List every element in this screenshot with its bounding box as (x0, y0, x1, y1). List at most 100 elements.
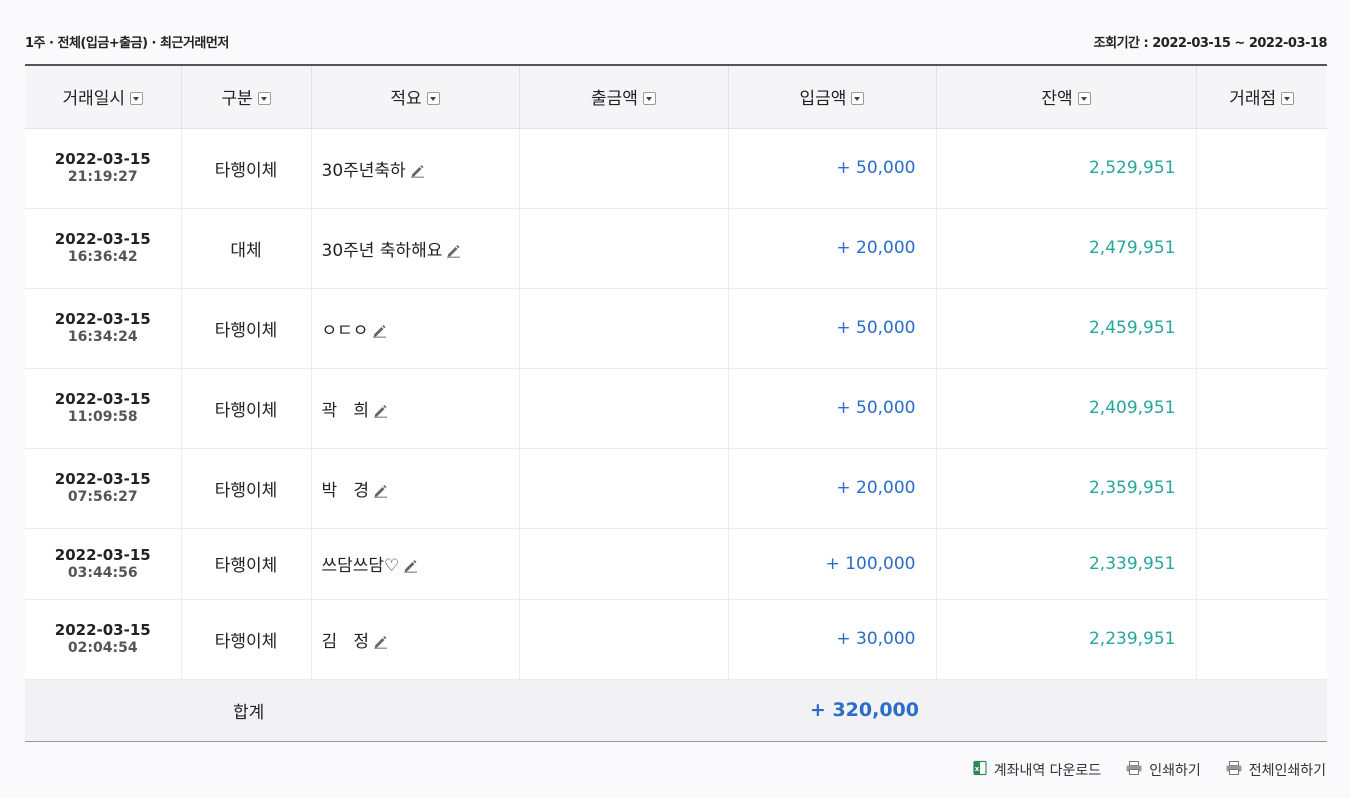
sort-dropdown-icon[interactable] (642, 91, 656, 105)
pencil-icon[interactable] (446, 243, 461, 263)
table-row: 2022-03-15 07:56:27 타행이체 박 경 + 20,000 2,3… (25, 448, 1327, 529)
type-cell: 타행이체 (181, 448, 312, 529)
total-empty (936, 679, 1327, 742)
branch-cell (1196, 128, 1327, 209)
date: 2022-03-15 (54, 621, 151, 639)
type-cell: 타행이체 (181, 528, 312, 600)
branch-cell (1196, 448, 1327, 529)
redacted-branch (1208, 229, 1317, 267)
sort-dropdown-icon[interactable] (257, 91, 271, 105)
table-row: 2022-03-15 16:34:24 타행이체 ㅇㄷㅇ + 50,000 2,4… (25, 288, 1327, 369)
sort-dropdown-icon[interactable] (426, 91, 440, 105)
total-label: 합계 (25, 679, 311, 742)
print-label: 인쇄하기 (1149, 763, 1201, 779)
print-all-button[interactable]: 전체인쇄하기 (1225, 760, 1326, 780)
table-row: 2022-03-15 16:36:42 대체 30주년 축하해요 + 20,000… (25, 208, 1327, 289)
balance-cell: 2,529,951 (936, 128, 1197, 209)
withdrawal-cell (519, 599, 729, 680)
transactions-table: 거래일시 구분 적요 출금액 입금액 잔액 거래점 2022-03-15 21:1… (25, 64, 1327, 742)
col-header-withdrawal[interactable]: 출금액 (519, 64, 729, 129)
branch-cell (1196, 368, 1327, 449)
printer-icon (1225, 760, 1243, 780)
withdrawal-cell (519, 368, 729, 449)
footer-actions: x 계좌내역 다운로드 인쇄하기 전체인쇄하기 (972, 758, 1326, 782)
pencil-icon[interactable] (410, 163, 425, 183)
date: 2022-03-15 (54, 230, 151, 248)
datetime-cell: 2022-03-15 03:44:56 (25, 528, 182, 600)
balance-cell: 2,459,951 (936, 288, 1197, 369)
sort-dropdown-icon[interactable] (1281, 91, 1295, 105)
pencil-icon[interactable] (373, 403, 388, 423)
time: 03:44:56 (67, 564, 138, 581)
sort-dropdown-icon[interactable] (1077, 91, 1091, 105)
memo-text: 박 경 (321, 480, 370, 501)
memo-cell: ㅇㄷㅇ (311, 288, 520, 369)
pencil-icon[interactable] (373, 634, 388, 654)
memo-cell: 30주년 축하해요 (311, 208, 520, 289)
time: 21:19:27 (67, 169, 138, 185)
branch-cell (1196, 528, 1327, 600)
type-cell: 타행이체 (181, 128, 312, 209)
pencil-icon[interactable] (373, 483, 388, 503)
time: 07:56:27 (67, 489, 138, 505)
table-row: 2022-03-15 21:19:27 타행이체 30주년축하 + 50,000 … (25, 128, 1327, 209)
time: 16:34:24 (67, 329, 138, 345)
deposit-cell: + 20,000 (728, 448, 937, 529)
withdrawal-cell (519, 208, 729, 289)
type-cell: 타행이체 (181, 288, 312, 369)
printer-icon (1125, 760, 1143, 780)
deposit-cell: + 50,000 (728, 128, 937, 209)
date: 2022-03-15 (54, 150, 151, 168)
balance-cell: 2,359,951 (936, 448, 1197, 529)
sort-dropdown-icon[interactable] (851, 91, 865, 105)
col-header-type[interactable]: 구분 (181, 64, 312, 129)
col-header-deposit[interactable]: 입금액 (728, 64, 937, 129)
table-row: 2022-03-15 03:44:56 타행이체 쓰담쓰담♡ + 100,000 … (25, 528, 1327, 600)
filter-summary: 1주 · 전체(입금+출금) · 최근거래먼저 (25, 35, 229, 51)
col-header-datetime[interactable]: 거래일시 (25, 64, 182, 129)
top-bar: 1주 · 전체(입금+출금) · 최근거래먼저 조회기간 : 2022-03-1… (25, 28, 1328, 54)
balance-cell: 2,409,951 (936, 368, 1197, 449)
memo-cell: 곽 희 (311, 368, 520, 449)
redacted-branch (1208, 620, 1317, 658)
excel-icon: x (972, 760, 988, 780)
branch-cell (1196, 208, 1327, 289)
print-button[interactable]: 인쇄하기 (1125, 760, 1201, 780)
sort-dropdown-icon[interactable] (130, 91, 144, 105)
total-row: 합계 + 320,000 (25, 679, 1327, 742)
time: 11:09:58 (67, 409, 138, 425)
memo-cell: 김 정 (311, 599, 520, 680)
total-amount: + 320,000 (311, 679, 936, 742)
balance-cell: 2,339,951 (936, 528, 1197, 600)
col-header-memo[interactable]: 적요 (311, 64, 520, 129)
memo-text: 쓰담쓰담♡ (321, 556, 400, 576)
balance-cell: 2,239,951 (936, 599, 1197, 680)
datetime-cell: 2022-03-15 21:19:27 (25, 128, 182, 209)
date: 2022-03-15 (54, 390, 151, 408)
redacted-branch (1208, 149, 1317, 187)
balance-cell: 2,479,951 (936, 208, 1197, 289)
redacted-branch (1208, 544, 1317, 583)
memo-text: 30주년 축하해요 (321, 240, 443, 261)
time: 16:36:42 (67, 249, 138, 265)
type-cell: 타행이체 (181, 599, 312, 680)
svg-text:x: x (974, 765, 979, 773)
deposit-cell: + 30,000 (728, 599, 937, 680)
datetime-cell: 2022-03-15 07:56:27 (25, 448, 182, 529)
deposit-cell: + 20,000 (728, 208, 937, 289)
branch-cell (1196, 288, 1327, 369)
memo-text: 김 정 (321, 631, 370, 652)
memo-text: ㅇㄷㅇ (321, 320, 369, 341)
memo-cell: 쓰담쓰담♡ (311, 528, 520, 600)
query-period: 조회기간 : 2022-03-15 ~ 2022-03-18 (1093, 35, 1328, 51)
col-header-balance[interactable]: 잔액 (936, 64, 1197, 129)
col-header-branch[interactable]: 거래점 (1196, 64, 1327, 129)
download-label: 계좌내역 다운로드 (993, 763, 1102, 779)
pencil-icon[interactable] (403, 558, 418, 578)
pencil-icon[interactable] (372, 323, 387, 343)
transaction-history-page: 1주 · 전체(입금+출금) · 최근거래먼저 조회기간 : 2022-03-1… (0, 0, 1350, 798)
datetime-cell: 2022-03-15 11:09:58 (25, 368, 182, 449)
download-history-button[interactable]: x 계좌내역 다운로드 (972, 760, 1102, 780)
time: 02:04:54 (67, 640, 138, 656)
type-cell: 대체 (181, 208, 312, 289)
